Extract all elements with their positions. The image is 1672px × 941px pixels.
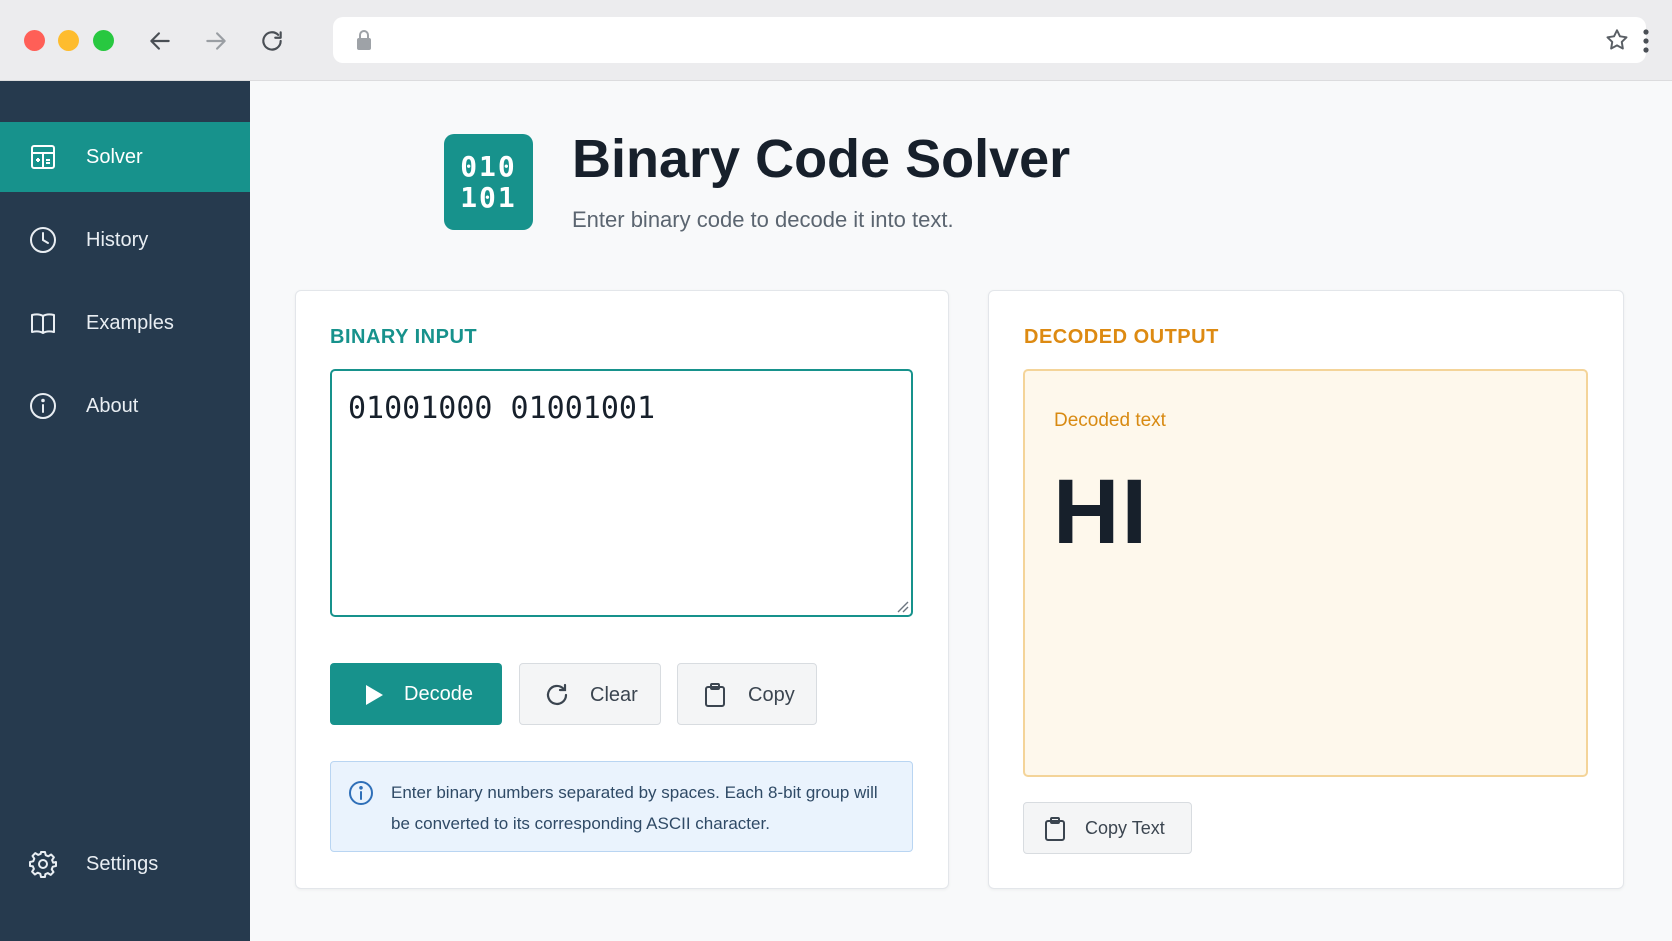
arrow-left-icon: [150, 32, 170, 50]
reload-button[interactable]: [255, 24, 289, 58]
page-subtitle: Enter binary code to decode it into text…: [572, 207, 954, 232]
clipboard-icon: [705, 683, 725, 707]
logo-line: 101: [460, 181, 517, 214]
decode-button-label: Decode: [404, 683, 473, 705]
sidebar-item-label: Solver: [86, 145, 143, 168]
info-icon: [30, 393, 56, 419]
sidebar-item-label: History: [86, 228, 149, 251]
address-bar[interactable]: [333, 17, 1646, 63]
sidebar-item-label: About: [86, 394, 139, 417]
calculator-icon: [31, 145, 55, 169]
binary-input-field[interactable]: 01001000 01001001: [330, 369, 913, 617]
gear-icon: [29, 851, 57, 878]
page-title: Binary Code Solver: [572, 129, 1071, 189]
sidebar-item-examples[interactable]: Examples: [0, 288, 250, 358]
sidebar-item-about[interactable]: About: [0, 371, 250, 441]
window-minimize-button[interactable]: [58, 30, 79, 51]
reload-icon: [262, 31, 282, 51]
sidebar-item-settings[interactable]: Settings: [0, 829, 250, 899]
sidebar: Solver History Examples About Settings: [0, 81, 250, 941]
decoded-text-caption: Decoded text: [1054, 410, 1166, 431]
browser-toolbar: [0, 0, 1672, 81]
app-logo: 010 101: [444, 134, 533, 230]
decoded-text-value: HI: [1053, 461, 1149, 563]
copy-text-button-label: Copy Text: [1085, 818, 1165, 838]
clear-button-label: Clear: [590, 684, 638, 706]
book-icon: [31, 313, 55, 334]
sidebar-item-label: Examples: [86, 311, 174, 334]
window-maximize-button[interactable]: [93, 30, 114, 51]
play-icon: [366, 685, 383, 705]
decoded-output-label: DECODED OUTPUT: [1024, 326, 1219, 348]
clear-button[interactable]: Clear: [519, 663, 661, 725]
info-message: Enter binary numbers separated by spaces…: [330, 761, 913, 852]
lock-icon: [357, 30, 371, 50]
binary-input-label: BINARY INPUT: [330, 326, 478, 348]
arrow-right-icon: [206, 32, 226, 50]
back-button[interactable]: [143, 24, 177, 58]
kebab-menu-icon[interactable]: [1636, 26, 1656, 56]
resize-grip-icon[interactable]: [895, 599, 909, 613]
clipboard-icon: [1045, 817, 1065, 841]
copy-button-label: Copy: [748, 684, 795, 706]
copy-button[interactable]: Copy: [677, 663, 817, 725]
forward-button[interactable]: [199, 24, 233, 58]
star-icon[interactable]: [1604, 27, 1630, 53]
copy-text-button[interactable]: Copy Text: [1023, 802, 1192, 854]
sidebar-item-history[interactable]: History: [0, 205, 250, 275]
logo-line: 010: [460, 150, 517, 183]
sidebar-item-label: Settings: [86, 852, 159, 875]
refresh-icon: [546, 683, 568, 705]
sidebar-item-solver[interactable]: Solver: [0, 122, 250, 192]
info-icon: [349, 781, 373, 805]
decode-button[interactable]: Decode: [330, 663, 502, 725]
window-close-button[interactable]: [24, 30, 45, 51]
clock-icon: [30, 227, 56, 253]
info-text: Enter binary numbers separated by spaces…: [391, 783, 878, 833]
